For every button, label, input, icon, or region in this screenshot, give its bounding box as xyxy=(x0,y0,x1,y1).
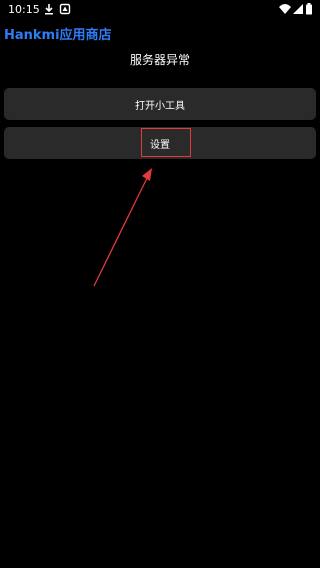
app-notification-icon xyxy=(59,3,71,15)
download-icon xyxy=(45,4,53,15)
annotation-arrow xyxy=(93,168,152,287)
status-bar: 10:15 xyxy=(0,0,320,18)
battery-icon xyxy=(306,3,312,15)
wifi-icon xyxy=(279,4,291,14)
open-tool-button[interactable]: 打开小工具 xyxy=(4,88,316,120)
server-status-text: 服务器异常 xyxy=(129,53,190,67)
open-tool-label: 打开小工具 xyxy=(135,100,185,112)
app-title: Hankmi应用商店 xyxy=(4,28,112,43)
signal-icon xyxy=(293,4,303,14)
annotation-highlight-box xyxy=(141,128,191,157)
status-time: 10:15 xyxy=(8,3,40,16)
